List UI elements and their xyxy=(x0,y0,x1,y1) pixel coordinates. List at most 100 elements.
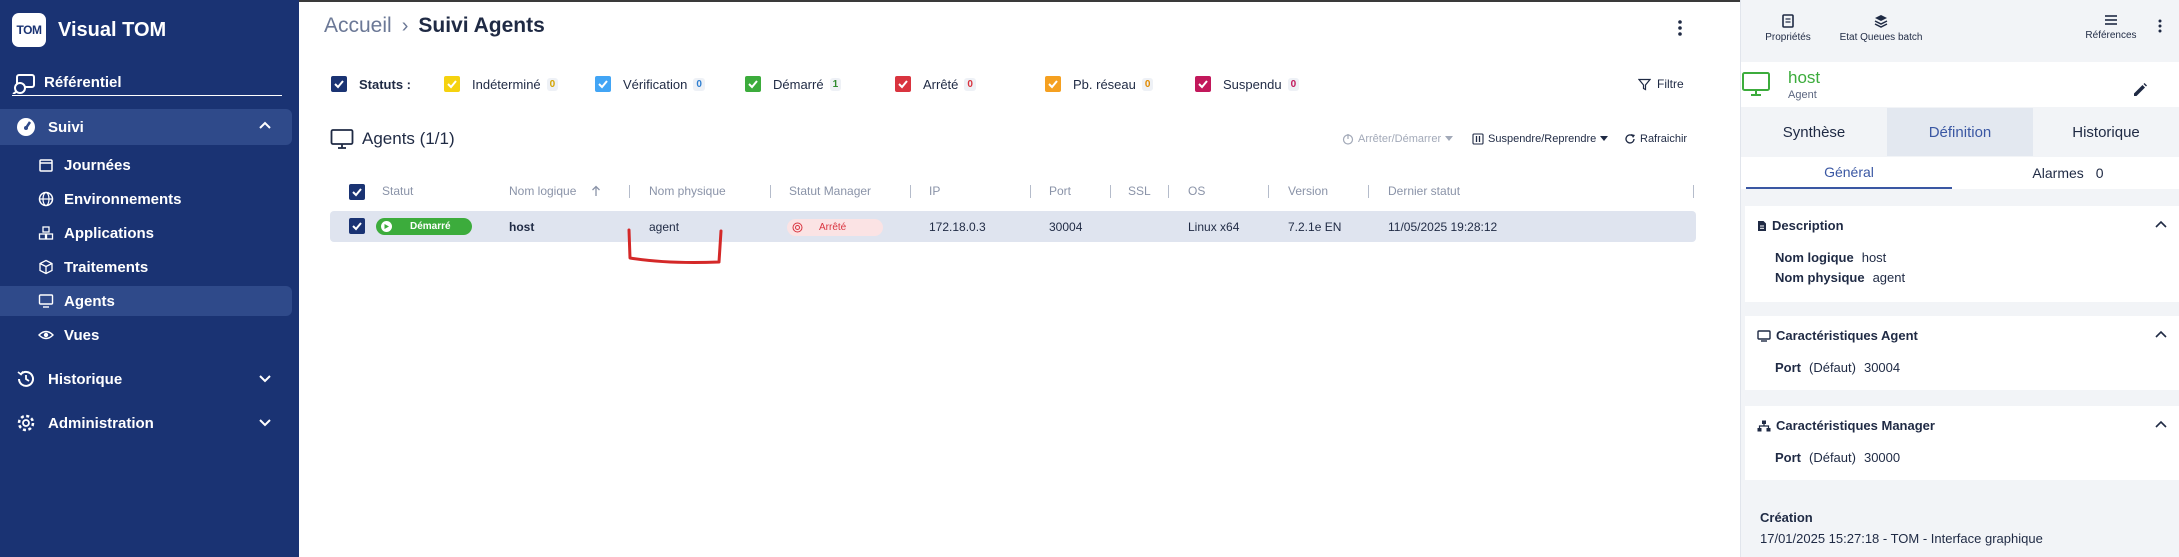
chevron-down-icon[interactable] xyxy=(258,374,272,384)
status-all-checkbox[interactable] xyxy=(331,76,347,92)
power-icon xyxy=(1342,134,1354,145)
status-name: Pb. réseau xyxy=(1073,76,1136,92)
chevron-up-icon[interactable] xyxy=(2155,330,2167,338)
subtab-general[interactable]: Général xyxy=(1746,157,1952,189)
column-divider[interactable] xyxy=(770,185,771,198)
column-header-nom-physique[interactable]: Nom physique xyxy=(649,184,726,198)
breadcrumb-home[interactable]: Accueil xyxy=(324,14,392,38)
status-pb-reseau[interactable]: Pb. réseau 0 xyxy=(1045,72,1154,96)
referentiel-label: Référentiel xyxy=(44,74,122,91)
nav-suivi[interactable]: Suivi xyxy=(0,109,292,145)
nav-historique[interactable]: Historique xyxy=(0,362,292,396)
table-row[interactable]: Démarré host agent Arrêté 172.18.0.3 300… xyxy=(330,211,1696,242)
field-value: 30004 xyxy=(1863,360,1901,375)
subtab-alarms[interactable]: Alarmes 0 xyxy=(1961,157,2175,189)
column-header-ip[interactable]: IP xyxy=(929,184,940,198)
chevron-up-icon[interactable] xyxy=(2155,220,2167,228)
edit-pencil-icon[interactable] xyxy=(2132,82,2148,98)
status-all[interactable]: Statuts : xyxy=(331,72,411,96)
breadcrumb-separator-icon: › xyxy=(401,14,409,37)
status-checkbox[interactable] xyxy=(595,76,611,92)
status-arrete[interactable]: Arrêté 0 xyxy=(895,72,976,96)
status-demarre[interactable]: Démarré 1 xyxy=(745,72,842,96)
tab-definition[interactable]: Définition xyxy=(1887,108,2033,156)
chevron-up-icon[interactable] xyxy=(2155,420,2167,428)
sidebar-item-journees[interactable]: Journées xyxy=(0,150,292,180)
breadcrumb: Accueil › Suivi Agents xyxy=(324,14,545,38)
status-checkbox[interactable] xyxy=(895,76,911,92)
status-indetermine[interactable]: Indéterminé 0 xyxy=(444,72,559,96)
column-header-dernier-statut[interactable]: Dernier statut xyxy=(1388,184,1460,198)
sidebar-item-label: Agents xyxy=(64,292,115,310)
red-annotation-mark xyxy=(627,228,723,264)
queues-button[interactable]: Etat Queues batch xyxy=(1831,14,1931,43)
creation-value: 17/01/2025 15:27:18 - TOM - Interface gr… xyxy=(1760,531,2043,546)
column-header-statut[interactable]: Statut xyxy=(382,184,413,198)
agent-characteristics-title[interactable]: Caractéristiques Agent xyxy=(1757,328,1918,343)
select-all-checkbox[interactable] xyxy=(349,184,365,200)
brand[interactable]: TOM Visual TOM xyxy=(12,12,166,48)
manager-characteristics-title[interactable]: Caractéristiques Manager xyxy=(1757,418,1935,433)
status-checkbox[interactable] xyxy=(444,76,460,92)
tab-synthese[interactable]: Synthèse xyxy=(1741,108,1887,156)
start-stop-button[interactable]: Arrêter/Démarrer xyxy=(1342,133,1454,145)
manager-status-badge: Arrêté xyxy=(787,219,883,236)
row-checkbox[interactable] xyxy=(349,218,365,234)
column-header-port[interactable]: Port xyxy=(1049,184,1071,198)
sidebar-item-traitements[interactable]: Traitements xyxy=(0,252,292,282)
referentiel-link[interactable]: Référentiel xyxy=(12,70,282,96)
sidebar-item-vues[interactable]: Vues xyxy=(0,320,292,350)
document-list-icon xyxy=(1782,14,1794,28)
column-header-ssl[interactable]: SSL xyxy=(1128,184,1151,198)
cell-port: 30004 xyxy=(1049,220,1083,234)
check-icon xyxy=(598,80,608,89)
column-divider[interactable] xyxy=(1030,185,1031,198)
tab-historique[interactable]: Historique xyxy=(2033,108,2179,156)
nav-administration[interactable]: Administration xyxy=(0,406,292,440)
refresh-icon xyxy=(1625,134,1635,144)
sidebar-item-agents[interactable]: Agents xyxy=(0,286,292,316)
suspend-resume-button[interactable]: Suspendre/Reprendre xyxy=(1472,133,1609,145)
subtab-alarms-label: Alarmes xyxy=(2032,165,2084,181)
filter-icon xyxy=(1638,78,1651,90)
column-divider[interactable] xyxy=(910,185,911,198)
status-checkbox[interactable] xyxy=(1045,76,1061,92)
chevron-down-icon[interactable] xyxy=(258,418,272,428)
column-header-version[interactable]: Version xyxy=(1288,184,1328,198)
filter-button[interactable]: Filtre xyxy=(1638,77,1684,91)
play-icon xyxy=(381,221,392,232)
column-divider[interactable] xyxy=(1368,185,1369,198)
column-divider[interactable] xyxy=(629,185,630,198)
status-name: Indéterminé xyxy=(472,76,541,92)
status-checkbox[interactable] xyxy=(745,76,761,92)
start-stop-label: Arrêter/Démarrer xyxy=(1358,133,1442,145)
status-verification[interactable]: Vérification 0 xyxy=(595,72,705,96)
field-value: 30000 xyxy=(1863,450,1901,465)
column-divider[interactable] xyxy=(1268,185,1269,198)
references-button[interactable]: Références xyxy=(2081,14,2141,41)
sidebar-item-environnements[interactable]: Environnements xyxy=(0,184,292,214)
refresh-button[interactable]: Rafraichir xyxy=(1624,133,1691,145)
properties-button[interactable]: Propriétés xyxy=(1763,14,1813,43)
column-divider[interactable] xyxy=(1110,185,1111,198)
more-options-icon[interactable] xyxy=(2157,18,2163,34)
status-suspendu[interactable]: Suspendu 0 xyxy=(1195,72,1300,96)
column-header-statut-manager[interactable]: Statut Manager xyxy=(789,184,871,198)
column-divider[interactable] xyxy=(1168,185,1169,198)
column-header-nom-logique[interactable]: Nom logique xyxy=(509,184,576,198)
column-divider[interactable] xyxy=(1693,185,1694,198)
target-icon xyxy=(792,222,803,233)
column-header-os[interactable]: OS xyxy=(1188,184,1205,198)
sidebar-item-applications[interactable]: Applications xyxy=(0,218,292,248)
status-checkbox[interactable] xyxy=(1195,76,1211,92)
app-logo: TOM xyxy=(12,13,46,47)
more-options-icon[interactable] xyxy=(1676,18,1684,38)
chevron-up-icon[interactable] xyxy=(258,120,272,130)
creation-title: Création xyxy=(1760,510,1813,525)
description-title[interactable]: Description xyxy=(1757,218,1844,233)
status-badge-label: Démarré xyxy=(410,221,451,232)
default-indicator: (Défaut) xyxy=(1809,360,1856,375)
sort-ascending-icon[interactable] xyxy=(591,185,601,197)
history-icon xyxy=(17,370,34,387)
nav-suivi-label: Suivi xyxy=(48,118,84,136)
